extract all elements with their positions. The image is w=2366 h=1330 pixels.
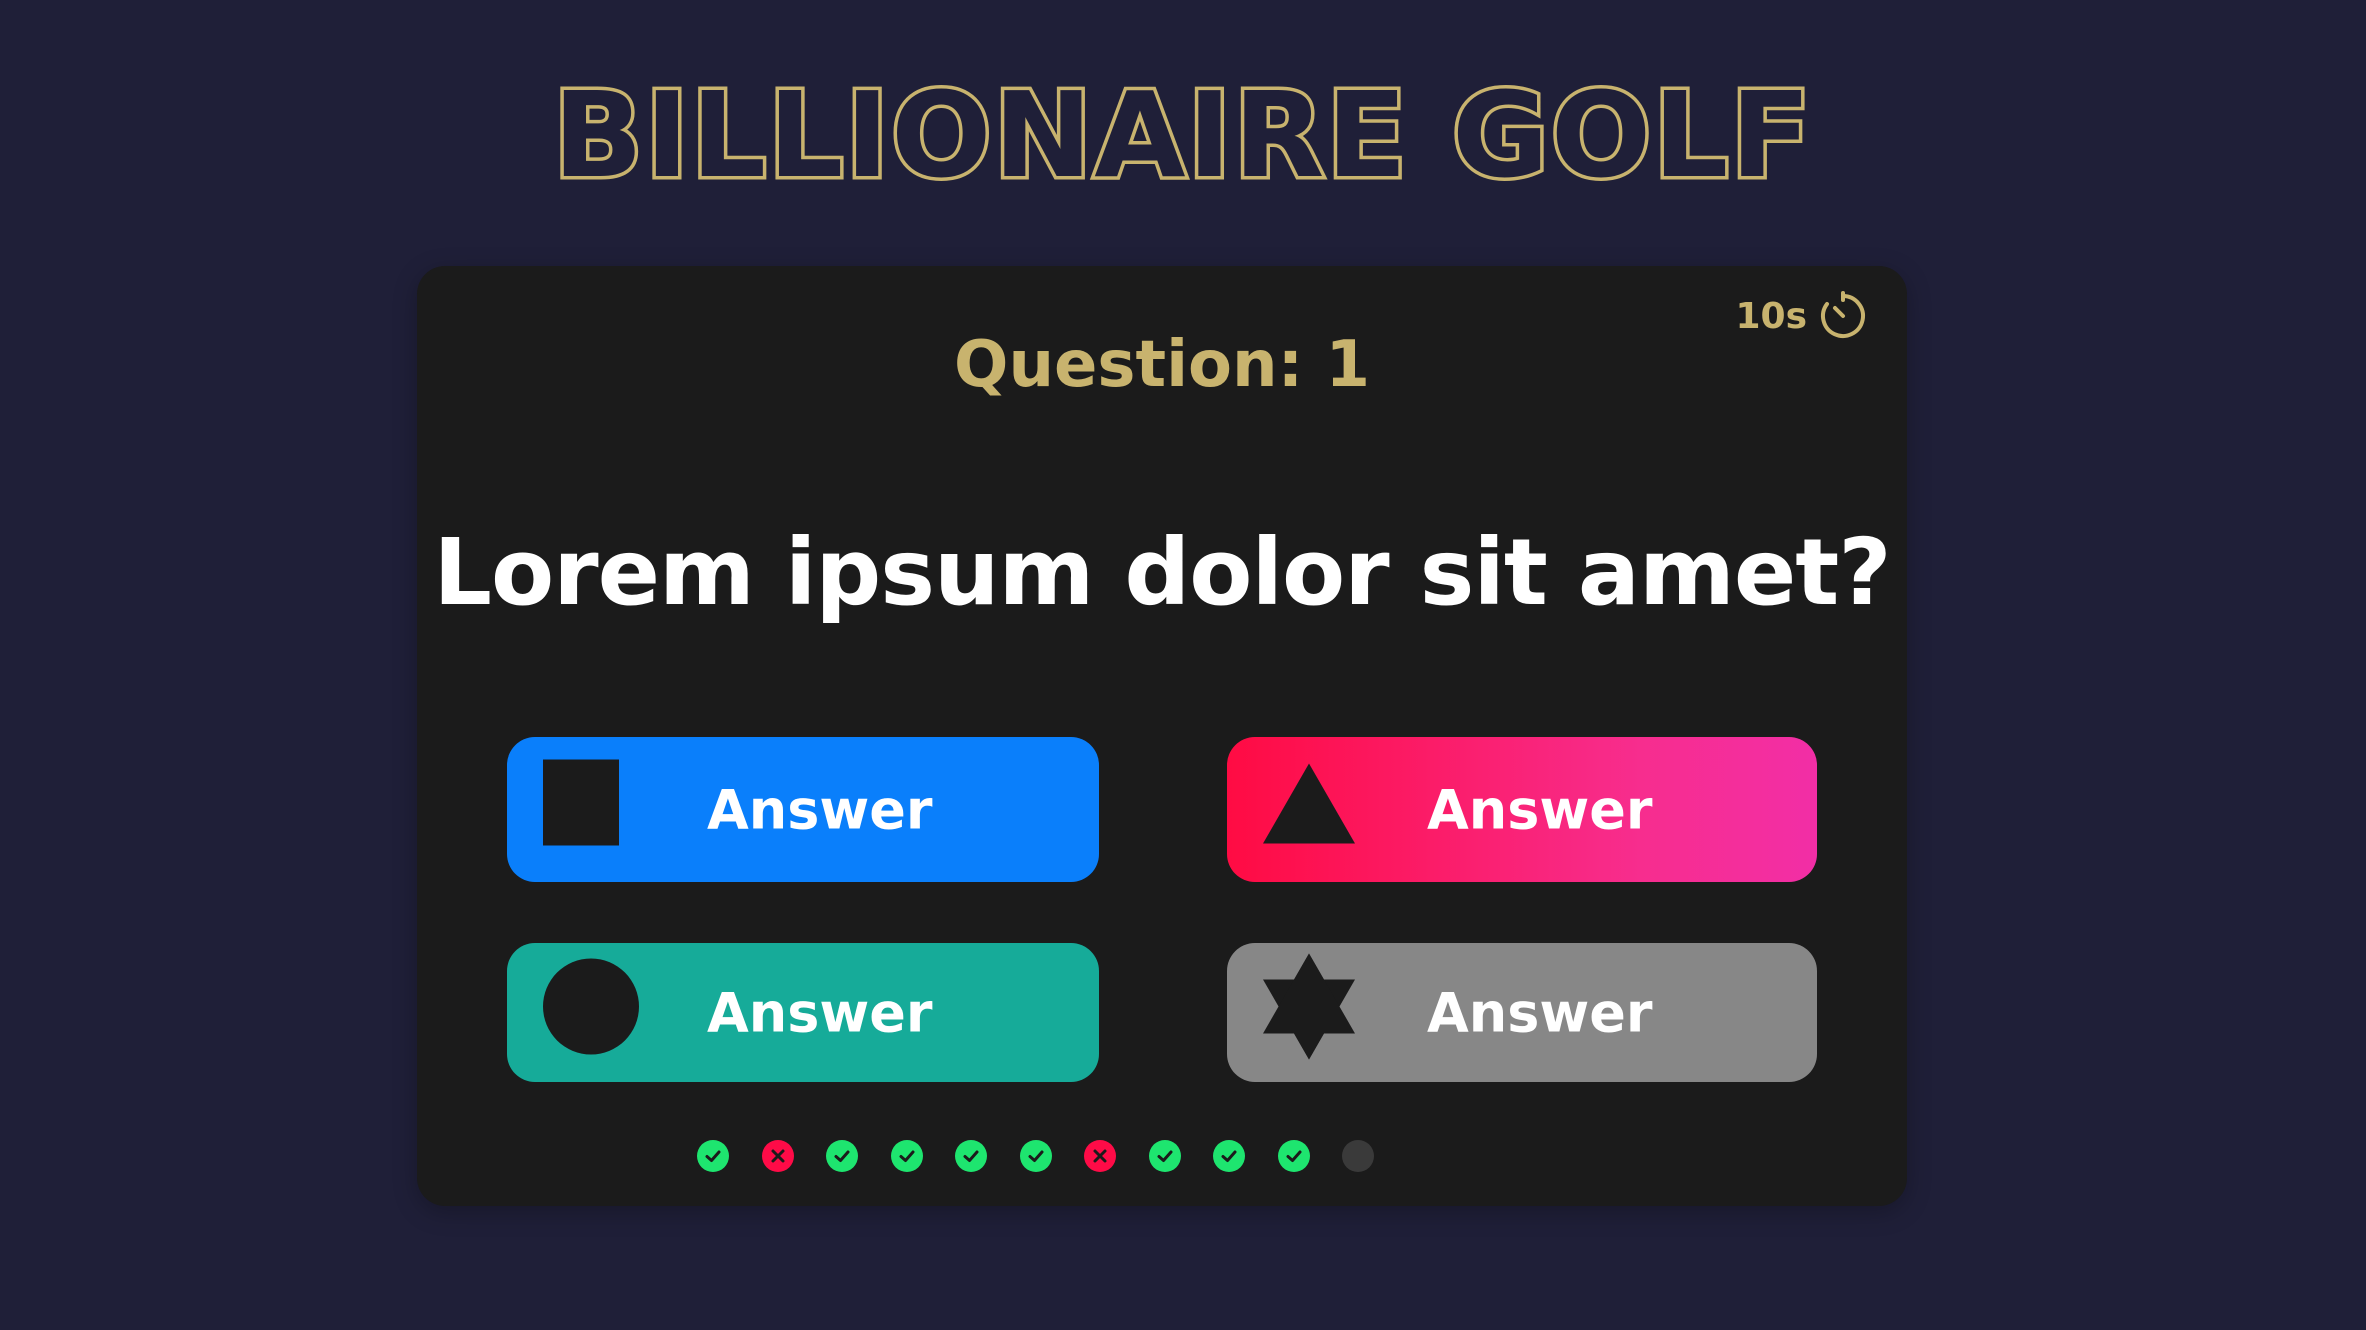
- progress-dot-wrong: [1084, 1140, 1116, 1172]
- square-icon: [543, 759, 621, 860]
- check-icon: [1028, 1150, 1043, 1162]
- game-title: BILLIONAIRE GOLF: [550, 66, 1815, 204]
- answer-label: Answer: [1427, 981, 1653, 1044]
- answer-label: Answer: [1427, 778, 1653, 841]
- answer-label: Answer: [707, 981, 933, 1044]
- answer-button-star[interactable]: Answer: [1227, 943, 1817, 1082]
- answer-button-square[interactable]: Answer: [507, 737, 1099, 882]
- check-icon: [1221, 1150, 1237, 1162]
- progress-dot-correct: [1019, 1140, 1052, 1172]
- progress-dot-correct: [697, 1140, 729, 1172]
- question-card: 10s Question: 1 Lorem ipsum dolor sit am…: [417, 266, 1907, 1206]
- answer-button-triangle[interactable]: Answer: [1227, 737, 1817, 882]
- check-icon: [963, 1150, 979, 1162]
- circle-icon: [543, 958, 639, 1067]
- triangle-icon: [1263, 763, 1355, 856]
- check-icon: [1286, 1150, 1301, 1162]
- answer-label: Answer: [707, 778, 933, 841]
- progress-dot-correct: [1277, 1140, 1310, 1172]
- check-icon: [1157, 1150, 1172, 1162]
- question-text: Lorem ipsum dolor sit amet?: [433, 519, 1891, 626]
- check-icon: [705, 1150, 721, 1162]
- check-icon: [899, 1150, 914, 1162]
- progress-tracker: [417, 1140, 1907, 1174]
- check-icon: [834, 1150, 850, 1162]
- star-icon: [1263, 953, 1355, 1072]
- answer-button-circle[interactable]: Answer: [507, 943, 1099, 1082]
- progress-dot-correct: [1148, 1140, 1181, 1172]
- progress-dot-wrong: [761, 1140, 794, 1172]
- progress-dot-pending: [1342, 1140, 1374, 1172]
- question-number: Question: 1: [954, 328, 1370, 402]
- progress-dot-correct: [826, 1140, 858, 1172]
- progress-dot-correct: [890, 1140, 923, 1172]
- cross-icon: [1093, 1149, 1107, 1163]
- cross-icon: [771, 1149, 784, 1163]
- progress-dot-correct: [1213, 1140, 1245, 1172]
- progress-dot-correct: [955, 1140, 987, 1172]
